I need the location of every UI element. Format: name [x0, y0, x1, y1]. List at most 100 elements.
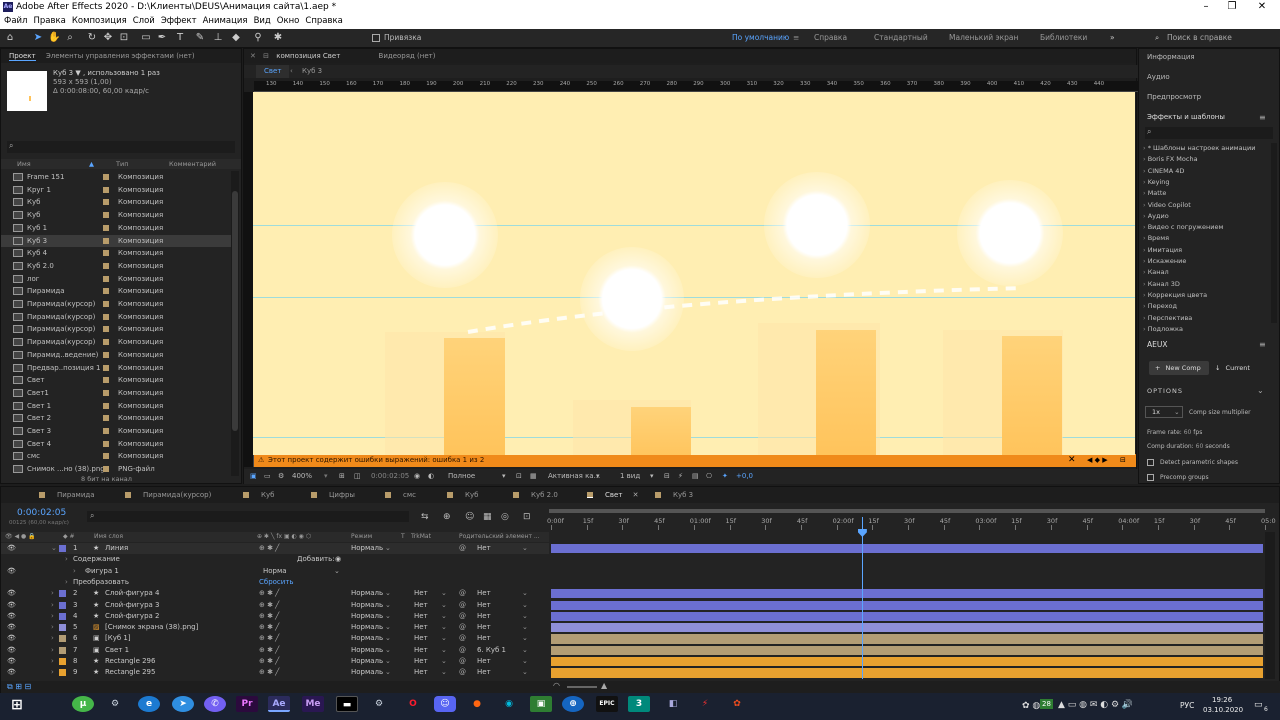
clock-time[interactable]: 19:26 — [1212, 696, 1232, 704]
label-swatch[interactable] — [103, 275, 109, 282]
project-item[interactable]: Свет 3 Композиция — [1, 425, 231, 438]
pickwhip-icon[interactable]: @ — [459, 588, 466, 599]
timeline-tab[interactable]: Куб 2.0 — [505, 487, 558, 503]
time-ruler[interactable]: 0:00f 15f 30f 45f 01:00f 15f 30f 45f 02:00f 15f 30… — [547, 509, 1276, 539]
label-color-icon[interactable] — [59, 658, 66, 665]
pickwhip-icon[interactable]: @ — [459, 622, 466, 633]
project-item[interactable]: Пирамида(курсор) Композиция — [1, 323, 231, 336]
layer-track-bar[interactable] — [551, 544, 1263, 554]
project-item[interactable]: Свет1 Композиция — [1, 387, 231, 400]
notification-icon[interactable]: ▭ — [1254, 700, 1263, 710]
zoom-dropdown-icon[interactable]: ▾ — [324, 469, 328, 484]
frame-blend-icon[interactable]: ▦ — [483, 512, 492, 522]
project-item[interactable]: Frame 151 Композиция — [1, 171, 231, 184]
trkmat-dropdown[interactable]: Нет — [414, 600, 428, 611]
steam2-icon[interactable]: ⚙ — [368, 696, 390, 712]
layer-switches-icon[interactable]: ⊕ ✱ ╱ — [259, 611, 279, 622]
layer-mode-dropdown[interactable]: Нормаль — [351, 611, 383, 622]
pen-tool-icon[interactable]: ✒ — [156, 32, 168, 44]
steam-icon[interactable]: ⚙ — [104, 696, 126, 712]
workspace-help[interactable]: Справка — [814, 33, 847, 42]
visibility-icon[interactable]: 👁 — [7, 633, 16, 644]
current-button[interactable]: ↓ Current — [1213, 361, 1257, 375]
exposure-value[interactable]: +0,0 — [736, 469, 753, 484]
effects-section[interactable]: Эффекты и шаблоны — [1147, 113, 1225, 121]
project-item[interactable]: Пирамид..ведение) Композиция — [1, 349, 231, 362]
breadcrumb-kub3[interactable]: Куб 3 — [302, 65, 322, 78]
layer-track-bar[interactable] — [551, 668, 1263, 678]
effect-category[interactable]: › Video Copilot — [1143, 200, 1191, 211]
project-item[interactable]: Куб 4 Композиция — [1, 247, 231, 260]
grid-icon[interactable]: ⊞ — [339, 469, 345, 484]
figma-icon[interactable]: ✿ — [726, 696, 748, 712]
pickwhip-icon[interactable]: @ — [459, 600, 466, 611]
sort-arrow-icon[interactable]: ▲ — [89, 159, 94, 169]
effect-category[interactable]: › * Шаблоны настроек анимации — [1143, 143, 1255, 154]
close-icon[interactable]: ✕ — [1250, 0, 1274, 14]
visibility-icon[interactable]: 👁 — [7, 622, 16, 633]
effect-category[interactable]: › Boris FX Mocha — [1143, 154, 1198, 165]
roi-icon[interactable]: ⊡ — [516, 469, 522, 484]
visibility-icon[interactable]: 👁 — [7, 588, 16, 599]
after-effects-icon[interactable]: Ae — [268, 696, 290, 712]
dropdown-arrow-icon[interactable]: ⌄ — [334, 566, 340, 577]
clock-date[interactable]: 03.10.2020 — [1203, 706, 1243, 714]
label-color-icon[interactable] — [59, 545, 66, 552]
options-collapse-icon[interactable]: ⌄ — [1257, 386, 1264, 395]
preview-section[interactable]: Предпросмотр — [1147, 93, 1201, 101]
add-icon[interactable]: ◉ — [335, 554, 341, 565]
label-swatch[interactable] — [103, 262, 109, 269]
effect-category[interactable]: › CINEMA 4D — [1143, 166, 1184, 177]
trkmat-dropdown[interactable]: Нет — [414, 667, 428, 678]
puppet-tool-icon[interactable]: ✱ — [272, 32, 284, 44]
timeline-tab[interactable]: Свет ✕ — [579, 487, 639, 503]
project-item[interactable]: Свет 2 Композиция — [1, 412, 231, 425]
effect-category[interactable]: › Matte — [1143, 188, 1166, 199]
effect-category[interactable]: › Искажение — [1143, 256, 1186, 267]
layer-track-bar[interactable] — [551, 623, 1263, 633]
selection-tool-icon[interactable]: ➤ — [32, 32, 44, 44]
close-tab-icon[interactable]: ✕ — [633, 491, 639, 499]
work-area-bar[interactable] — [549, 509, 1265, 513]
camera-arrow-icon[interactable]: ▾ — [596, 469, 600, 484]
timeline-tab[interactable]: Цифры — [303, 487, 355, 503]
pickwhip-icon[interactable]: @ — [459, 611, 466, 622]
effects-scrollbar[interactable] — [1271, 143, 1277, 323]
detect-shapes-checkbox[interactable] — [1147, 459, 1154, 466]
fast-preview-icon[interactable]: ⚡ — [678, 469, 683, 484]
close-tab-icon[interactable]: ✕ — [250, 52, 256, 60]
menu-item-6[interactable]: Вид — [254, 16, 271, 26]
layer-switches-icon[interactable]: ⊕ ✱ ╱ — [259, 588, 279, 599]
tray-icons[interactable]: ✿ ◍ — [1022, 701, 1040, 711]
maximize-icon[interactable]: ❐ — [1220, 0, 1244, 14]
warning-nav-icon[interactable]: ◀ ◆ ▶ — [1087, 454, 1108, 467]
project-item[interactable]: Куб 3 Композиция — [1, 234, 231, 248]
discord-icon[interactable]: ☺ — [434, 696, 456, 712]
zoom-tool-icon[interactable]: ⌕ — [64, 32, 76, 44]
tab-project[interactable]: Проект — [9, 52, 36, 61]
label-swatch[interactable] — [103, 389, 109, 396]
project-item[interactable]: Пирамида(курсор) Композиция — [1, 311, 231, 324]
project-item[interactable]: смс Композиция — [1, 450, 231, 463]
timeline-layer-row[interactable]: 👁 › 4 ★ Слой-фигура 2 ⊕ ✱ ╱ Нормаль ⌄ Нет ⌄ @ Нет ⌄ — [1, 611, 549, 622]
breadcrumb-svet[interactable]: Свет — [256, 65, 290, 78]
layer-track-bar[interactable] — [551, 657, 1263, 667]
minimize-icon[interactable]: – — [1194, 0, 1218, 14]
timeline-tab[interactable]: Куб — [439, 487, 478, 503]
quality-dropdown[interactable]: Полное — [448, 469, 475, 484]
disclosure-icon[interactable]: › — [51, 633, 54, 644]
workspace-default[interactable]: По умолчанию — [732, 33, 789, 42]
project-item[interactable]: Куб Композиция — [1, 209, 231, 222]
label-swatch[interactable] — [103, 466, 109, 473]
menu-item-3[interactable]: Слой — [133, 16, 155, 26]
effect-category[interactable]: › Время — [1143, 233, 1169, 244]
epic-games-icon[interactable]: EPIC — [596, 696, 618, 712]
timeline-layer-row[interactable]: 👁 › 5 ▨ [Снимок экрана (38).png] ⊕ ✱ ╱ Нормаль… — [1, 622, 549, 633]
label-swatch[interactable] — [103, 250, 109, 257]
timeline-search-input[interactable]: ⌕ — [87, 511, 409, 522]
viber-icon[interactable]: ✆ — [204, 696, 226, 712]
premiere-icon[interactable]: Pr — [236, 696, 258, 712]
composition-viewer[interactable] — [253, 92, 1135, 455]
toggle-switches-icon[interactable]: ⧉ ⊞ ⊟ — [7, 682, 31, 692]
timeline-tab[interactable]: Куб 3 — [647, 487, 693, 503]
